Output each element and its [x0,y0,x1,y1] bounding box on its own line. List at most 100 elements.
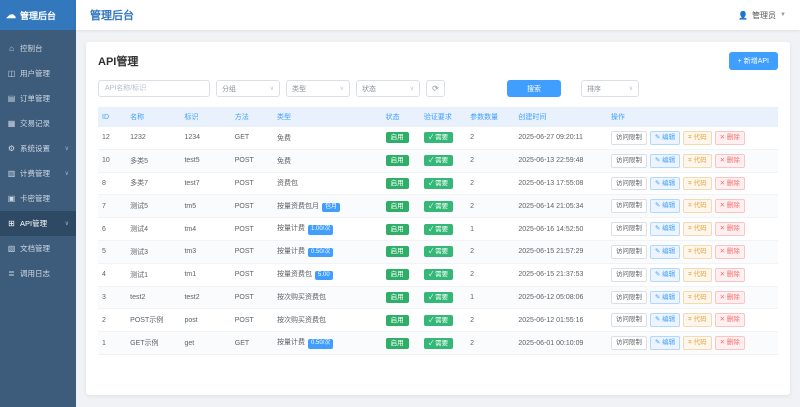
price-badge: 0.50/次 [307,248,334,258]
plain-action-button[interactable]: 访问限制 [610,131,647,145]
del-action-button[interactable]: ✕ 删除 [714,290,745,305]
plain-action-button[interactable]: 访问限制 [610,267,647,282]
add-api-button[interactable]: + 新增API [728,52,778,70]
code-action-button[interactable]: ⌗ 代码 [683,336,712,350]
code-action-button[interactable]: ⌗ 代码 [683,290,712,305]
sidebar-item-orders[interactable]: ▤ 订单管理 [0,86,76,111]
cell-verify: ✓ 需要 [419,286,467,310]
sidebar-item-system[interactable]: ⚙ 系统设置 ∨ [0,136,76,161]
del-action-button[interactable]: ✕ 删除 [714,131,745,145]
docs-icon: ▧ [7,244,16,253]
sidebar-item-docs[interactable]: ▧ 文档管理 [0,236,76,261]
group-select[interactable]: 分组 ∨ [216,80,280,97]
del-action-button[interactable]: ✕ 删除 [714,153,745,168]
code-action-button[interactable]: ⌗ 代码 [683,199,712,214]
cell-status: 启用 [381,172,420,196]
cell-type: 按量计费 1.00/次 [272,217,382,241]
cell-name: test2 [126,286,181,310]
user-menu[interactable]: 👤 管理员 ▼ [738,10,786,21]
code-action-button[interactable]: ⌗ 代码 [683,131,712,145]
code-action-button[interactable]: ⌗ 代码 [683,244,712,259]
del-action-button[interactable]: ✕ 删除 [714,244,745,259]
plain-action-button[interactable]: 访问限制 [610,222,647,236]
edit-action-button[interactable]: ✎ 编辑 [649,222,681,236]
cell-name: 测试4 [126,217,181,241]
user-name: 管理员 [752,10,777,20]
code-action-button[interactable]: ⌗ 代码 [683,222,712,236]
cell-name: POST示例 [126,308,181,333]
del-action-button[interactable]: ✕ 删除 [714,267,745,282]
plain-action-button[interactable]: 访问限制 [610,244,647,259]
status-badge: 启用 [385,132,409,144]
plain-action-button[interactable]: 访问限制 [610,199,647,214]
del-action-button[interactable]: ✕ 删除 [714,313,745,328]
cell-key: tm1 [180,263,231,287]
plain-action-button[interactable]: 访问限制 [610,336,647,350]
edit-action-button[interactable]: ✎ 编辑 [649,176,681,191]
cell-method: POST [230,263,273,287]
cell-type: 资费包 [272,172,382,196]
cell-id: 4 [98,263,127,287]
search-input[interactable] [98,80,210,97]
cell-created: 2025-06-16 14:52:50 [514,217,607,241]
cell-status: 启用 [381,149,420,173]
sidebar-item-cardkeys[interactable]: ▣ 卡密管理 [0,186,76,211]
edit-action-button[interactable]: ✎ 编辑 [649,199,681,214]
verify-badge: ✓ 需要 [423,291,454,304]
edit-action-button[interactable]: ✎ 编辑 [649,267,681,282]
cell-name: 测试1 [126,263,181,287]
sidebar-item-api[interactable]: ⊞ API管理 ∨ [0,211,76,236]
table-row: 5 测试3 tm3 POST 按量计费 0.50/次 启用 ✓ 需要 2 2025-06-15 2… [98,240,778,264]
verify-badge: ✓ 需要 [423,155,454,167]
edit-action-button[interactable]: ✎ 编辑 [649,153,681,168]
del-action-button[interactable]: ✕ 删除 [714,222,745,236]
del-action-button[interactable]: ✕ 删除 [714,199,745,214]
table-header-row: ID 名称 标识 方法 类型 状态 验证要求 参数数量 创建时间 操作 [98,107,778,127]
edit-action-button[interactable]: ✎ 编辑 [649,244,681,259]
users-icon: ◫ [7,69,16,78]
plain-action-button[interactable]: 访问限制 [610,290,647,305]
edit-action-button[interactable]: ✎ 编辑 [649,313,681,328]
search-button[interactable]: 搜索 [507,80,561,97]
cell-params: 1 [466,286,515,310]
del-action-button[interactable]: ✕ 删除 [714,176,745,191]
sort-select[interactable]: 排序 ∨ [581,80,639,97]
sidebar-item-console[interactable]: ⌂ 控制台 [0,36,76,61]
cell-name: 多类5 [126,149,181,173]
code-action-button[interactable]: ⌗ 代码 [683,176,712,191]
sidebar-item-billing[interactable]: ▥ 计费管理 ∨ [0,161,76,186]
cell-verify: ✓ 需要 [419,127,467,150]
cell-name: 多类7 [126,172,181,196]
cell-key: test7 [180,172,231,196]
cell-id: 3 [98,286,127,310]
plain-action-button[interactable]: 访问限制 [610,153,647,168]
cell-type: 免费 [272,149,382,173]
cell-type: 免费 [272,127,382,150]
cell-created: 2025-06-15 21:37:53 [514,263,607,287]
price-badge: 0.50/次 [307,339,334,349]
edit-action-button[interactable]: ✎ 编辑 [649,131,681,145]
column-header: 方法 [230,107,273,127]
code-action-button[interactable]: ⌗ 代码 [683,313,712,328]
del-action-button[interactable]: ✕ 删除 [714,336,745,350]
plain-action-button[interactable]: 访问限制 [610,176,647,191]
sidebar-item-logs[interactable]: ≣ 调用日志 [0,261,76,286]
code-action-button[interactable]: ⌗ 代码 [683,153,712,168]
plain-action-button[interactable]: 访问限制 [610,313,647,328]
status-select[interactable]: 状态 ∨ [356,80,420,97]
cell-verify: ✓ 需要 [419,240,467,264]
sidebar-item-users[interactable]: ◫ 用户管理 [0,61,76,86]
sidebar: ☁ 管理后台 ⌂ 控制台 ◫ 用户管理 ▤ 订单管理 ▦ 交易记录 ⚙ 系统设置… [0,0,76,407]
refresh-icon-button[interactable]: ⟳ [426,80,445,97]
cell-id: 8 [98,172,127,196]
edit-action-button[interactable]: ✎ 编辑 [649,290,681,305]
cell-created: 2025-06-13 17:55:08 [514,172,607,196]
code-action-button[interactable]: ⌗ 代码 [683,267,712,282]
edit-action-button[interactable]: ✎ 编辑 [649,336,681,350]
sidebar-item-trades[interactable]: ▦ 交易记录 [0,111,76,136]
type-select[interactable]: 类型 ∨ [286,80,350,97]
cell-id: 2 [98,308,127,333]
chevron-down-icon: ∨ [409,86,414,92]
status-badge: 启用 [385,177,409,190]
cell-created: 2025-06-15 21:57:29 [514,240,607,264]
